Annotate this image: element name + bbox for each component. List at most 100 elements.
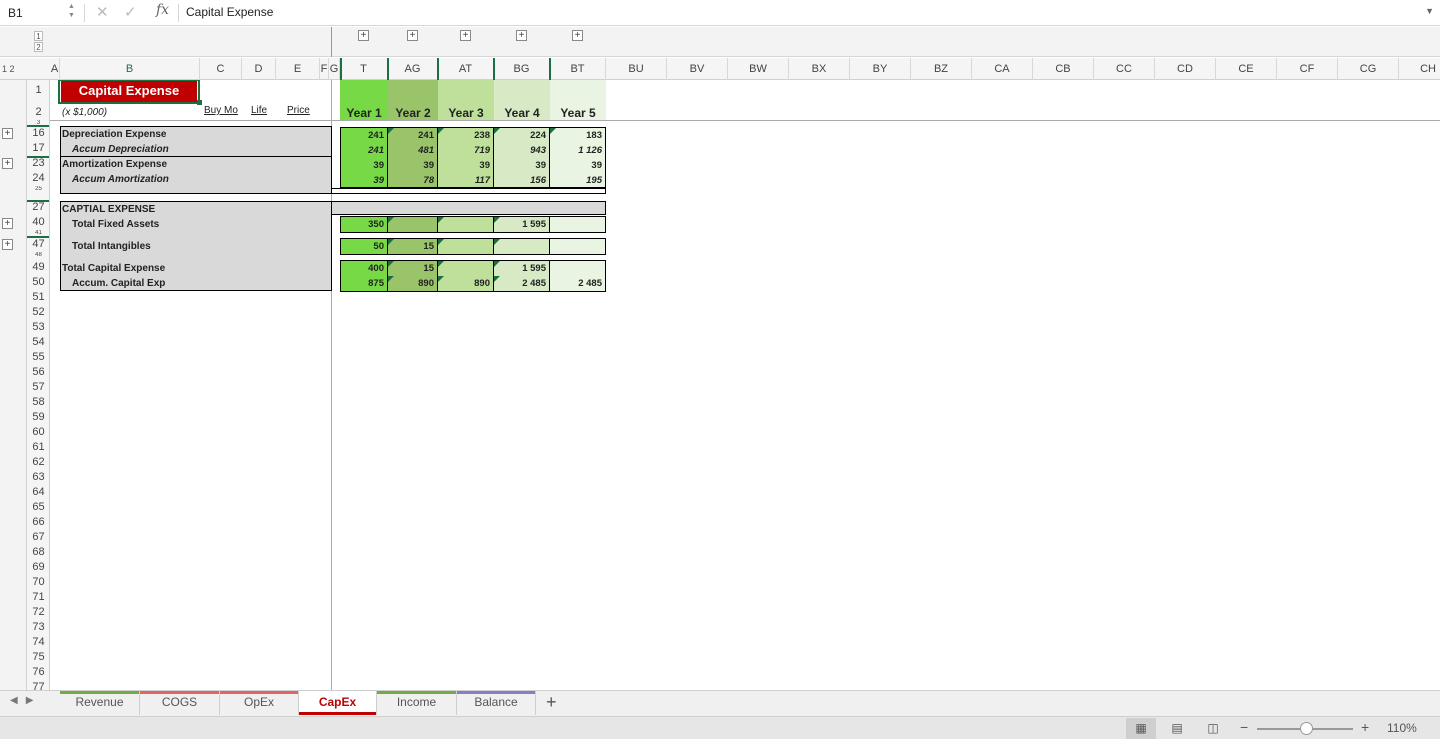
data-cell[interactable]: 241 [340,143,388,158]
row-header[interactable]: 77 [27,681,49,690]
row-header[interactable]: 67 [27,531,49,543]
row-header[interactable]: 2 [27,106,49,118]
row-header[interactable]: 65 [27,501,49,513]
page-break-icon[interactable]: ◫ [1198,718,1228,739]
column-header[interactable]: BX [789,58,850,80]
column-header[interactable]: BG [494,58,550,80]
data-cell[interactable]: 78 [388,173,438,188]
column-header[interactable]: C [200,58,242,80]
expand-group-icon[interactable]: + [2,158,13,169]
data-cell[interactable] [494,239,550,254]
expand-group-icon[interactable]: + [460,30,471,41]
row-header[interactable]: 41 [27,230,49,235]
column-header[interactable]: G [329,58,340,80]
normal-view-icon[interactable]: ▦ [1126,718,1156,739]
row-header[interactable]: 60 [27,426,49,438]
sheet-nav-arrows[interactable]: ◀▶ [10,695,41,706]
zoom-in-button[interactable]: + [1361,719,1369,735]
row-header[interactable]: 17 [27,142,49,154]
row-header[interactable]: 70 [27,576,49,588]
tab-capex[interactable]: CapEx [299,691,377,715]
column-header[interactable]: BV [667,58,728,80]
row-header[interactable]: 63 [27,471,49,483]
row-outline-levels[interactable]: 1 2 [2,64,15,74]
row-header[interactable]: 74 [27,636,49,648]
row-header[interactable]: 23 [27,157,49,169]
data-cell[interactable] [550,261,606,276]
data-cell[interactable]: 875 [340,276,388,291]
row-header[interactable]: 61 [27,441,49,453]
data-cell[interactable]: 15 [388,239,438,254]
row-header[interactable]: 24 [27,172,49,184]
tab-opex[interactable]: OpEx [220,691,299,715]
tab-revenue[interactable]: Revenue [60,691,140,715]
row-header[interactable]: 53 [27,321,49,333]
data-cell[interactable]: 238 [438,128,494,143]
column-header[interactable]: A [50,58,60,80]
column-header[interactable]: AT [438,58,494,80]
row-header[interactable]: 56 [27,366,49,378]
row-header[interactable]: 76 [27,666,49,678]
data-cell[interactable]: 719 [438,143,494,158]
column-header[interactable]: CB [1033,58,1094,80]
fill-handle[interactable] [197,100,202,105]
row-header[interactable]: 73 [27,621,49,633]
data-cell[interactable]: 15 [388,261,438,276]
row-header[interactable]: 47 [27,238,49,250]
data-cell[interactable]: 481 [388,143,438,158]
data-cell[interactable]: 1 126 [550,143,606,158]
row-header[interactable]: 72 [27,606,49,618]
column-header[interactable]: F [320,58,329,80]
data-cell[interactable]: 224 [494,128,550,143]
data-cell[interactable]: 1 595 [494,217,550,232]
add-sheet-button[interactable]: + [546,692,557,713]
column-header[interactable]: BY [850,58,911,80]
data-cell[interactable] [438,239,494,254]
column-header[interactable]: AG [388,58,438,80]
column-header[interactable]: E [276,58,320,80]
row-header[interactable]: 75 [27,651,49,663]
column-header[interactable]: CF [1277,58,1338,80]
cancel-icon[interactable]: ✕ [96,3,109,21]
row-header[interactable]: 54 [27,336,49,348]
row-header[interactable]: 25 [27,186,49,191]
column-header[interactable]: B [60,58,200,80]
row-header[interactable]: 62 [27,456,49,468]
data-cell[interactable] [438,261,494,276]
function-icon[interactable]: fx [156,2,169,18]
zoom-out-button[interactable]: − [1240,719,1248,735]
expand-group-icon[interactable]: + [2,239,13,250]
outline-level-2-button[interactable]: 2 [34,42,43,52]
row-header[interactable]: 57 [27,381,49,393]
zoom-slider-handle[interactable] [1300,722,1313,735]
row-header[interactable]: 69 [27,561,49,573]
column-header[interactable]: CD [1155,58,1216,80]
row-header[interactable]: 40 [27,216,49,228]
formula-input[interactable]: Capital Expense [186,5,273,19]
data-cell[interactable] [550,217,606,232]
expand-group-icon[interactable]: + [407,30,418,41]
data-cell[interactable]: 117 [438,173,494,188]
tab-balance[interactable]: Balance [457,691,536,715]
tab-income[interactable]: Income [377,691,457,715]
data-cell[interactable]: 39 [550,158,606,173]
row-header[interactable]: 59 [27,411,49,423]
expand-group-icon[interactable]: + [2,128,13,139]
row-header[interactable]: 55 [27,351,49,363]
data-cell[interactable]: 195 [550,173,606,188]
data-cell[interactable]: 2 485 [550,276,606,291]
page-layout-icon[interactable]: ▤ [1162,718,1192,739]
data-cell[interactable]: 241 [340,128,388,143]
data-cell[interactable]: 1 595 [494,261,550,276]
column-header[interactable]: BT [550,58,606,80]
column-header[interactable]: CG [1338,58,1399,80]
data-cell[interactable]: 50 [340,239,388,254]
expand-group-icon[interactable]: + [516,30,527,41]
data-cell[interactable]: 39 [340,158,388,173]
data-cell[interactable]: 350 [340,217,388,232]
expand-group-icon[interactable]: + [2,218,13,229]
column-header[interactable]: CH [1399,58,1440,80]
column-header[interactable]: CA [972,58,1033,80]
row-header[interactable]: 1 [27,84,49,96]
column-header[interactable]: D [242,58,276,80]
